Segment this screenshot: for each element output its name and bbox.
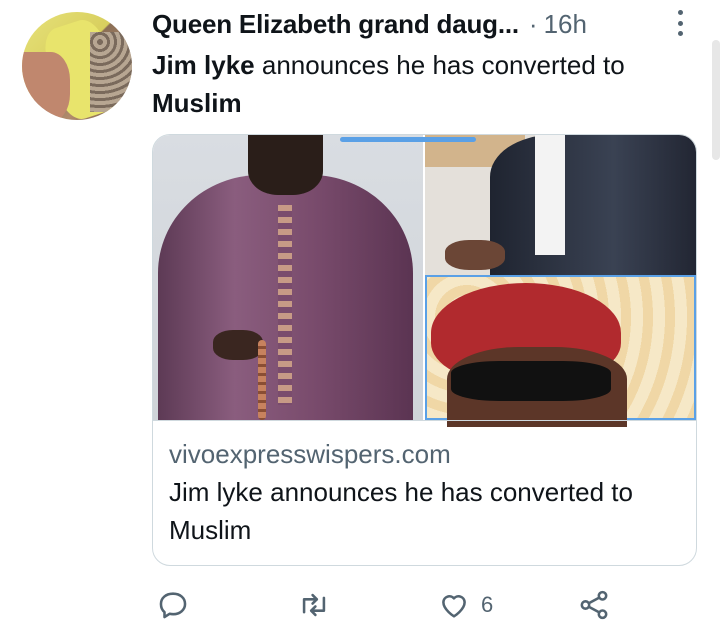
suit-graphic <box>490 135 696 275</box>
scrollbar[interactable] <box>712 40 720 160</box>
card-image-left <box>153 135 423 420</box>
hand-graphic <box>213 330 263 360</box>
hands-graphic <box>445 240 505 270</box>
head-graphic <box>248 135 323 195</box>
tweet-text-bold-1: Jim lyke <box>152 50 255 80</box>
shirt-graphic <box>535 135 565 255</box>
card-image-top-right <box>425 135 696 275</box>
like-button[interactable]: 6 <box>437 585 493 625</box>
heart-icon <box>442 595 466 618</box>
avatar-pattern <box>90 32 132 112</box>
timestamp[interactable]: 16h <box>544 9 587 40</box>
tweet-text-mid: announces he has converted to <box>254 50 625 80</box>
embroidery-graphic <box>278 205 292 405</box>
reply-button[interactable] <box>156 585 190 625</box>
card-title: Jim lyke announces he has converted to M… <box>169 477 633 545</box>
card-domain: vivoexpresswispers.com <box>169 439 451 469</box>
link-card[interactable]: vivoexpresswispers.com Jim lyke announce… <box>152 134 697 566</box>
tweet-actions: 6 <box>152 585 692 625</box>
selection-handle-top[interactable] <box>340 137 476 142</box>
separator: · <box>528 8 538 39</box>
card-image-bottom-right <box>425 275 696 427</box>
tweet[interactable]: Queen Elizabeth grand daug... · 16h Jim … <box>0 0 720 641</box>
tweet-text: Jim lyke announces he has converted to M… <box>152 46 692 122</box>
retweet-icon <box>302 593 326 617</box>
prayer-beads-graphic <box>258 340 266 420</box>
like-count: 6 <box>481 592 494 617</box>
reply-icon <box>159 592 187 619</box>
avatar[interactable] <box>22 12 132 120</box>
share-icon <box>580 590 608 620</box>
card-image[interactable] <box>153 135 696 427</box>
author-name[interactable]: Queen Elizabeth grand daug... <box>152 9 519 40</box>
retweet-button[interactable] <box>297 585 331 625</box>
card-info[interactable]: vivoexpresswispers.com Jim lyke announce… <box>153 420 696 565</box>
avatar-skin <box>22 52 70 120</box>
more-options-icon[interactable] <box>678 10 684 36</box>
sunglasses-graphic <box>451 361 611 401</box>
tweet-text-bold-2: Muslim <box>152 88 242 118</box>
share-button[interactable] <box>577 585 611 625</box>
tweet-header: Queen Elizabeth grand daug... · 16h <box>152 6 692 42</box>
